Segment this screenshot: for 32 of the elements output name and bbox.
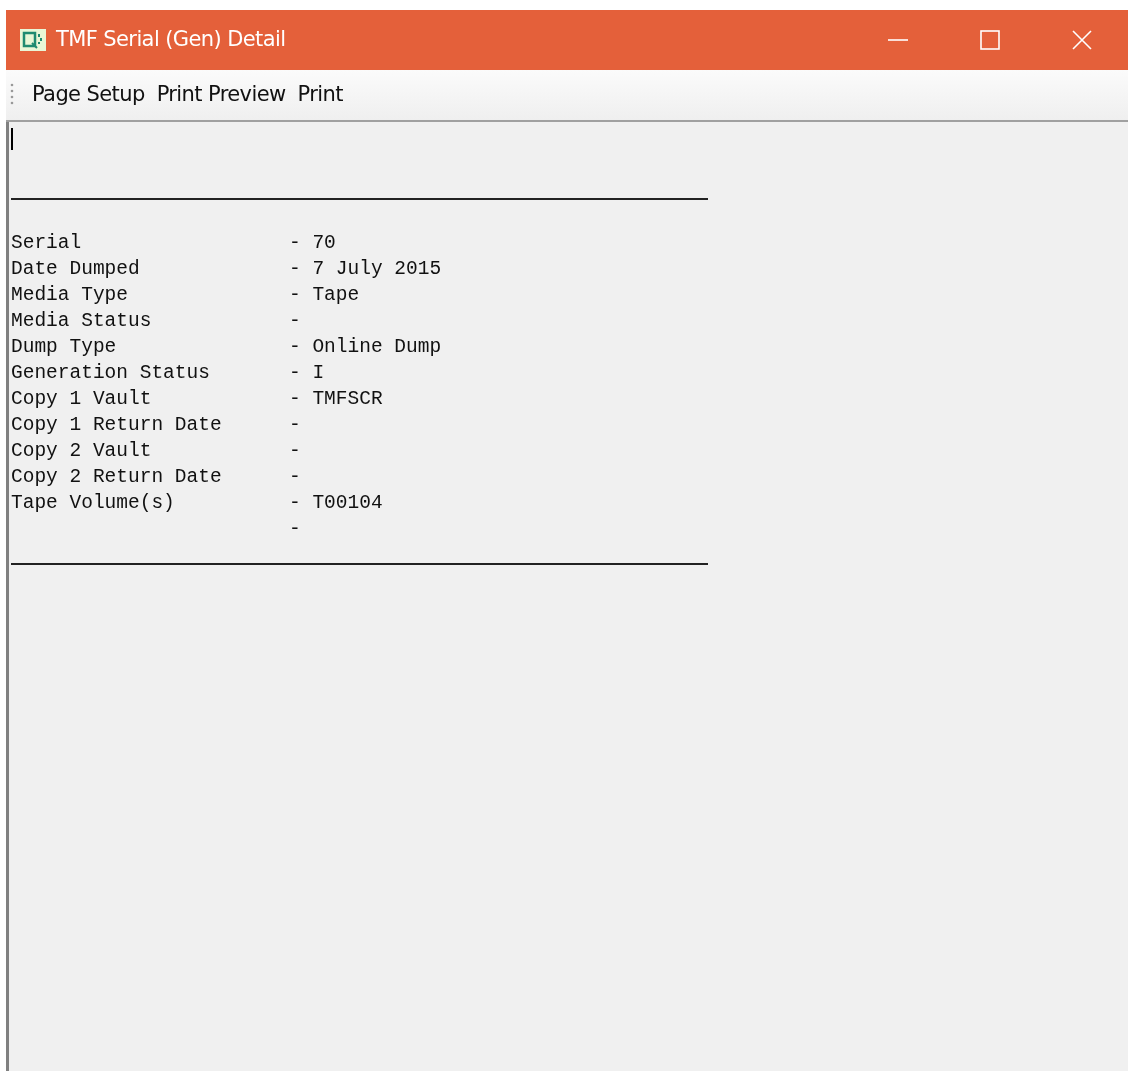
field-label: Copy 2 Return Date — [11, 465, 223, 490]
close-icon — [1072, 30, 1092, 50]
field-value: - I — [289, 361, 326, 386]
field-value: - — [289, 465, 302, 490]
field-value: - T00104 — [289, 491, 384, 516]
minimize-icon — [888, 39, 908, 41]
field-label: Date Dumped — [11, 257, 141, 282]
field-label: Media Type — [11, 283, 130, 308]
field-label: Media Status — [11, 309, 153, 334]
field-value: - TMFSCR — [289, 387, 384, 412]
field-value: - 70 — [289, 231, 337, 256]
text-cursor — [11, 128, 13, 150]
field-label: Tape Volume(s) — [11, 491, 176, 516]
menu-item[interactable]: Print Preview — [156, 79, 296, 111]
field-label: Copy 1 Return Date — [11, 413, 223, 438]
field-label: Serial — [11, 231, 83, 256]
field-value: - Tape — [289, 283, 361, 308]
field-label: Copy 1 Vault — [11, 387, 153, 412]
field-value: - 7 July 2015 — [289, 257, 443, 282]
window-title: TMF Serial (Gen) Detail — [56, 26, 287, 54]
menu-item[interactable]: Print — [297, 79, 353, 111]
field-value: - — [289, 309, 302, 334]
field-value: - — [289, 413, 302, 438]
field-value: - — [289, 439, 302, 464]
app-icon — [20, 29, 46, 51]
field-value: - — [289, 517, 302, 542]
menu-item[interactable]: Page Setup — [32, 79, 155, 111]
field-value: - Online Dump — [289, 335, 443, 360]
field-label: Copy 2 Vault — [11, 439, 153, 464]
maximize-icon — [980, 30, 1000, 50]
field-label: Dump Type — [11, 335, 118, 360]
field-label: Generation Status — [11, 361, 211, 386]
